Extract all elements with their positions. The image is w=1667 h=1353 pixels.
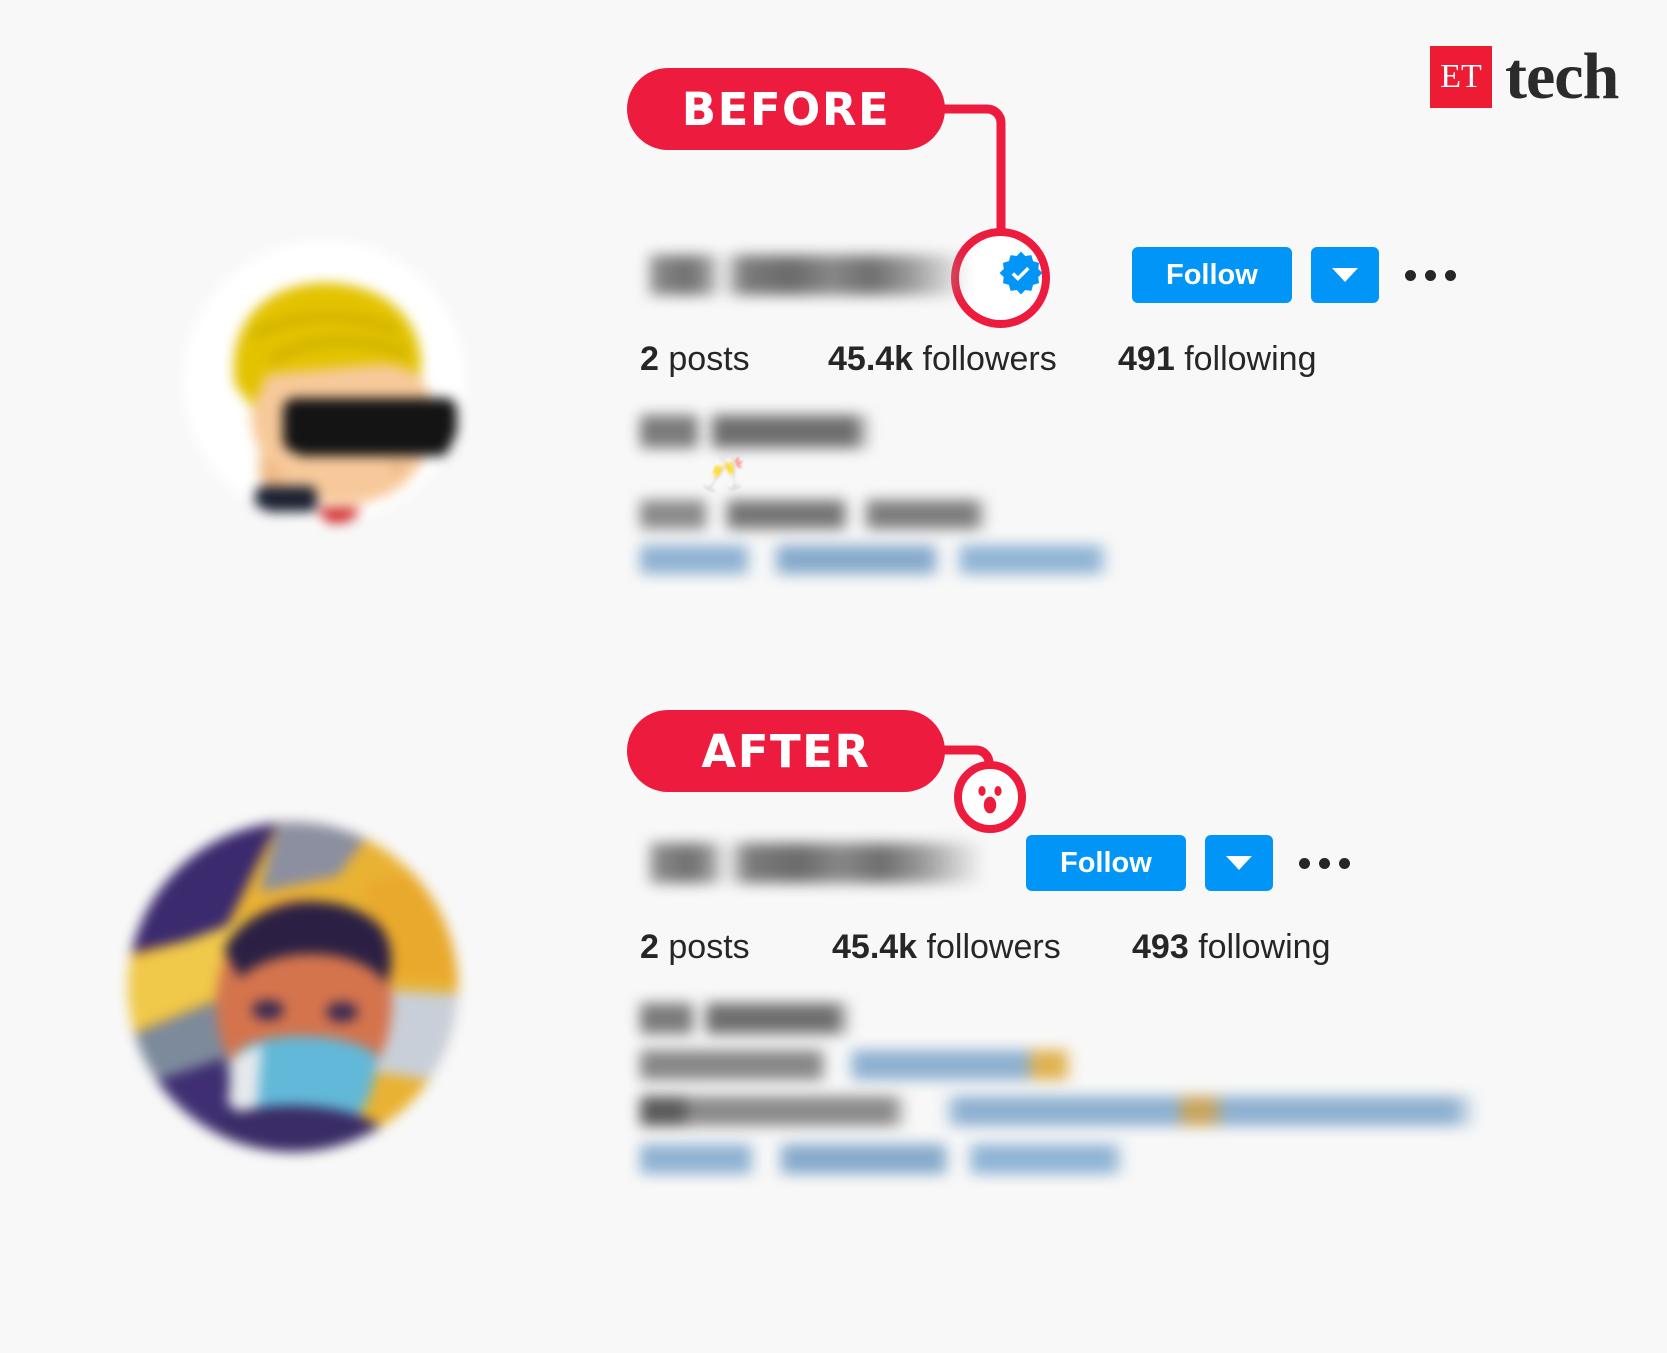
- et-logo-mark-text: ET: [1440, 58, 1482, 96]
- follow-button-after[interactable]: Follow: [1026, 835, 1186, 891]
- more-options-dot: [1318, 857, 1330, 869]
- before-callout-label: BEFORE: [681, 82, 891, 136]
- stat-following-label-before: following: [1184, 340, 1317, 378]
- bio-featured-line-after: [640, 1096, 1478, 1126]
- profile-name-row-after: Follow: [640, 828, 1620, 898]
- follow-button-before[interactable]: Follow: [1132, 247, 1292, 303]
- follow-dropdown-button-before[interactable]: [1310, 247, 1379, 303]
- more-options-dot: [1424, 269, 1436, 281]
- more-options-button-after[interactable]: [1298, 857, 1350, 869]
- before-callout-pill: BEFORE: [627, 68, 945, 150]
- stat-followers-label-before: followers: [922, 340, 1057, 378]
- stat-posts-label-before: posts: [668, 340, 750, 378]
- more-options-dot: [1338, 857, 1350, 869]
- bio-text-line-before: [640, 500, 988, 529]
- bio-link-line-before[interactable]: [640, 545, 1110, 574]
- more-options-dot: [1298, 857, 1310, 869]
- stat-posts-label-after: posts: [668, 928, 750, 966]
- profile-name-row-before: Follow: [640, 240, 1540, 310]
- chevron-down-icon: [1331, 268, 1358, 282]
- et-tech-logo: ET tech: [1430, 40, 1619, 113]
- profile-stats-before: 2 posts 45.4k followers 491 following: [640, 340, 1540, 379]
- stat-posts-after: 2 posts: [640, 928, 832, 967]
- bio-name-line-after: [640, 1003, 852, 1034]
- follow-dropdown-button-after[interactable]: [1204, 835, 1273, 891]
- stat-following-value-before: 491: [1118, 340, 1175, 378]
- shocked-face-icon: [978, 786, 1002, 814]
- bio-emoji-before: 🥂: [702, 455, 745, 493]
- more-options-dot: [1444, 269, 1456, 281]
- profile-before: Follow 2 posts 45.4k followers 491 follo…: [640, 240, 1540, 574]
- avatar-before: [183, 240, 466, 523]
- stat-following-label-after: following: [1198, 928, 1331, 966]
- profile-bio-before: 🥂: [640, 415, 1540, 574]
- bio-award-line-after: [640, 1050, 1110, 1080]
- profile-after: Follow 2 posts 45.4k followers 493 follo…: [640, 828, 1620, 1174]
- stat-posts-value-before: 2: [640, 340, 659, 378]
- et-logo-mark: ET: [1430, 46, 1492, 109]
- after-callout-pill: AFTER: [627, 710, 945, 792]
- stat-followers-value-before: 45.4k: [828, 340, 914, 378]
- stat-followers-label-after: followers: [926, 928, 1061, 966]
- stat-posts-value-after: 2: [640, 928, 659, 966]
- stat-following-before[interactable]: 491 following: [1118, 340, 1317, 379]
- bio-link-line-after[interactable]: [640, 1144, 1126, 1174]
- after-highlight-circle: [954, 761, 1026, 833]
- avatar-after: [128, 822, 458, 1152]
- et-logo-word: tech: [1505, 40, 1619, 113]
- verified-badge-icon: [998, 250, 1044, 301]
- stat-followers-value-after: 45.4k: [832, 928, 918, 966]
- bio-name-line-before: [640, 415, 872, 448]
- stat-following-value-after: 493: [1132, 928, 1189, 966]
- profile-bio-after: [640, 1003, 1620, 1174]
- username-after: [640, 843, 985, 883]
- stat-followers-after[interactable]: 45.4k followers: [832, 928, 1132, 967]
- more-options-button-before[interactable]: [1404, 269, 1456, 281]
- profile-stats-after: 2 posts 45.4k followers 493 following: [640, 928, 1620, 967]
- after-callout-label: AFTER: [701, 724, 871, 778]
- more-options-dot: [1404, 269, 1416, 281]
- stat-posts-before: 2 posts: [640, 340, 828, 379]
- chevron-down-icon: [1225, 856, 1252, 870]
- stat-followers-before[interactable]: 45.4k followers: [828, 340, 1118, 379]
- stat-following-after[interactable]: 493 following: [1132, 928, 1331, 967]
- username-before: [640, 255, 970, 295]
